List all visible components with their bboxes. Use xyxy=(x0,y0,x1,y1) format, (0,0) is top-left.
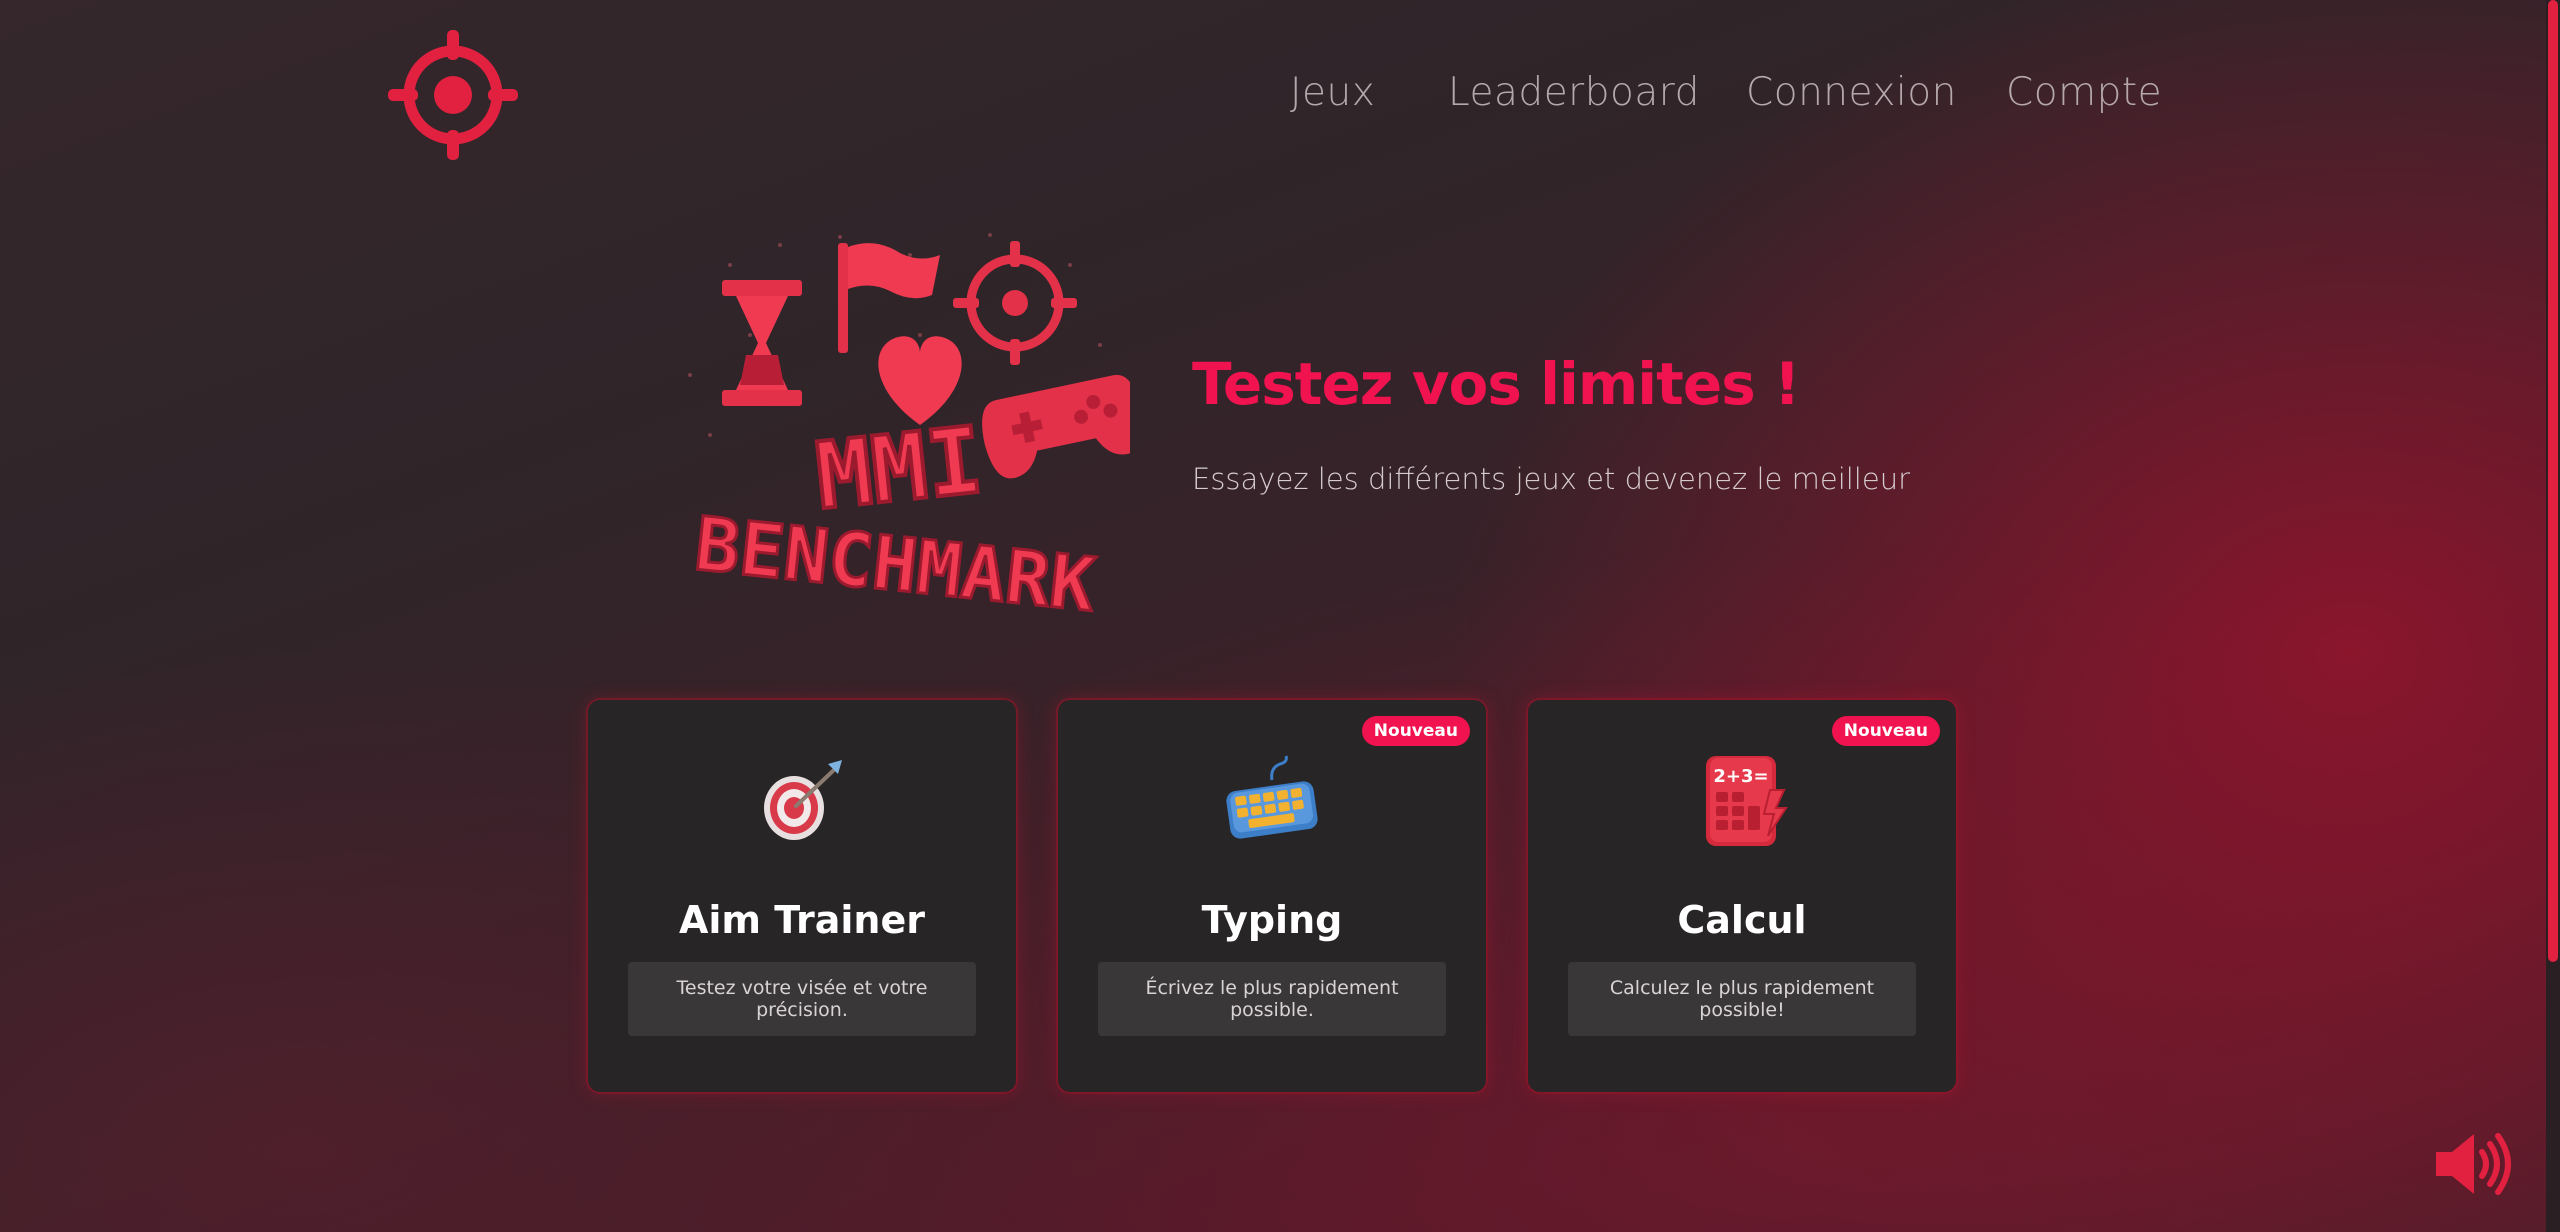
card-title: Calcul xyxy=(1677,898,1807,942)
hourglass-icon xyxy=(722,280,802,406)
card-description: Testez votre visée et votre précision. xyxy=(628,962,976,1036)
scrollbar-thumb[interactable] xyxy=(2548,0,2558,962)
card-title: Typing xyxy=(1201,898,1343,942)
crosshair-logo-icon[interactable] xyxy=(388,30,518,160)
speaker-icon[interactable] xyxy=(2430,1122,2514,1206)
game-card-calcul[interactable]: Nouveau 2+3= Calcul Calculez le plus rap… xyxy=(1528,700,1956,1092)
card-description: Calculez le plus rapidement possible! xyxy=(1568,962,1916,1036)
nav-link-connexion[interactable]: Connexion xyxy=(1746,70,1957,115)
crosshair-icon xyxy=(953,241,1077,365)
nav-link-compte[interactable]: Compte xyxy=(2006,70,2162,115)
game-card-typing[interactable]: Nouveau Typing Écrivez le plus rapidemen… xyxy=(1058,700,1486,1092)
target-dart-icon xyxy=(764,760,842,840)
nav-link-jeux[interactable]: Jeux xyxy=(1290,70,1375,115)
gamepad-icon xyxy=(982,374,1130,479)
hero-title: Testez vos limites ! xyxy=(1192,350,1800,418)
keyboard-icon xyxy=(1226,755,1318,839)
illustration-title-line1: MMI xyxy=(811,407,987,531)
new-badge: Nouveau xyxy=(1831,716,1940,746)
calculator-screen-text: 2+3= xyxy=(1713,766,1768,787)
scrollbar-track[interactable] xyxy=(2546,0,2560,1232)
calculator-icon: 2+3= xyxy=(1706,756,1788,846)
nav-link-leaderboard[interactable]: Leaderboard xyxy=(1448,70,1700,115)
flag-icon xyxy=(838,243,940,353)
card-description: Écrivez le plus rapidement possible. xyxy=(1098,962,1446,1036)
card-title: Aim Trainer xyxy=(679,898,925,942)
game-card-aim-trainer[interactable]: Aim Trainer Testez votre visée et votre … xyxy=(588,700,1016,1092)
new-badge: Nouveau xyxy=(1361,716,1470,746)
mmi-benchmark-illustration: MMI BENCHMARK xyxy=(688,233,1130,625)
hero-subtitle: Essayez les différents jeux et devenez l… xyxy=(1192,462,1911,496)
